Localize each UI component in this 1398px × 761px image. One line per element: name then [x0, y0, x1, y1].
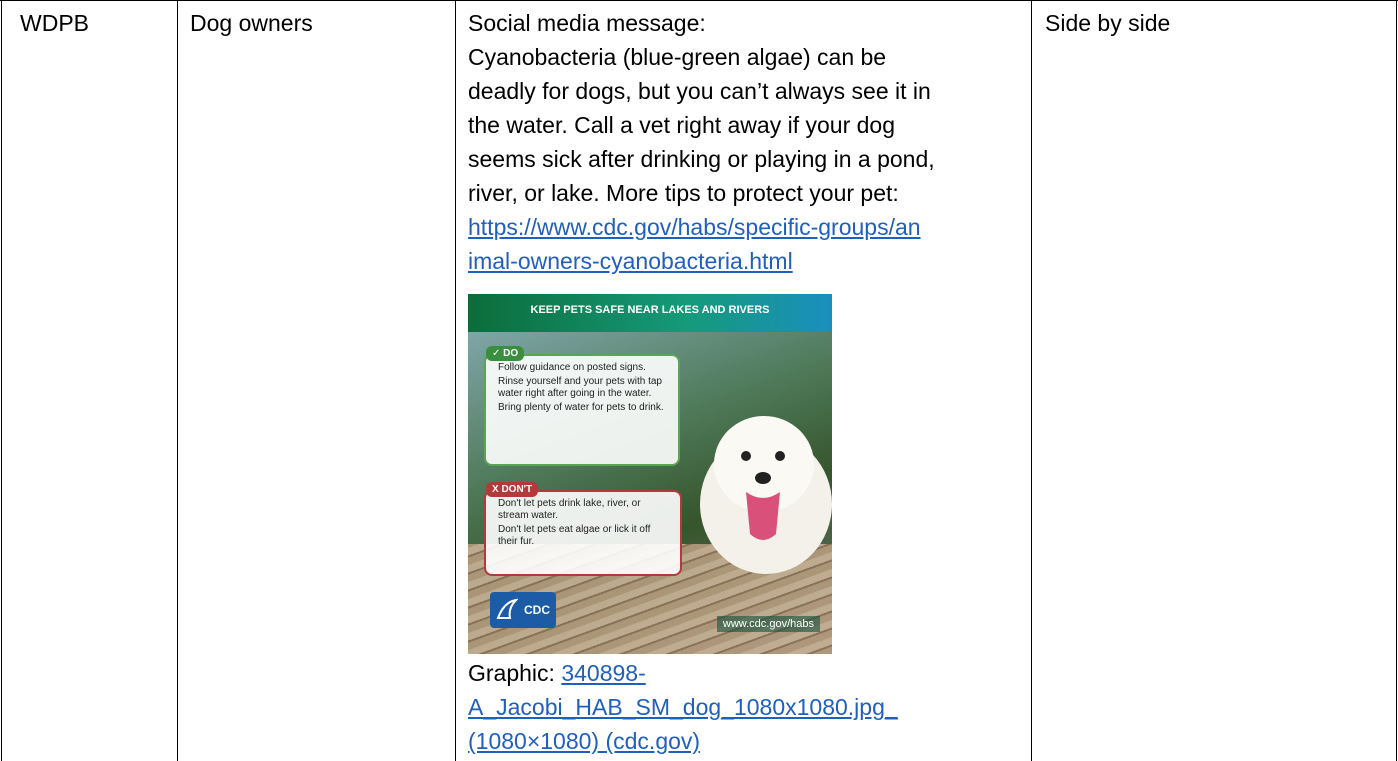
- dont-label: X DON'T: [486, 482, 539, 497]
- graphic-file-link-size[interactable]: (1080×1080) (cdc.gov): [468, 728, 700, 754]
- do-item: Bring plenty of water for pets to drink.: [498, 402, 664, 413]
- cdc-logo: CDC: [490, 592, 556, 628]
- graphic-file-link[interactable]: 340898-: [561, 660, 645, 686]
- message-line: deadly for dogs, but you can’t always se…: [468, 78, 931, 104]
- do-item: Follow guidance on posted signs.: [498, 362, 646, 373]
- message-line: the water. Call a vet right away if your…: [468, 112, 895, 138]
- table-row: WDPB Dog owners Social media message: Cy…: [0, 0, 1398, 761]
- graphic-banner: KEEP PETS SAFE NEAR LAKES AND RIVERS: [468, 294, 832, 332]
- message-line: river, or lake. More tips to protect you…: [468, 180, 899, 206]
- message-line: Social media message:: [468, 10, 706, 36]
- column-divider: [1396, 0, 1397, 761]
- column-divider: [1, 0, 2, 761]
- pet-safety-graphic: KEEP PETS SAFE NEAR LAKES AND RIVERS Fol…: [468, 294, 832, 654]
- message-cell: Social media message: Cyanobacteria (blu…: [468, 6, 935, 278]
- format-cell: Side by side: [1045, 10, 1171, 36]
- cdc-tips-link[interactable]: https://www.cdc.gov/habs/specific-groups…: [468, 214, 921, 240]
- do-list: Follow guidance on posted signs. Rinse y…: [484, 354, 680, 466]
- do-label: ✓ DO: [486, 346, 525, 361]
- message-line: Cyanobacteria (blue-green algae) can be: [468, 44, 887, 70]
- column-divider: [455, 0, 456, 761]
- graphic-caption: Graphic: 340898- A_Jacobi_HAB_SM_dog_108…: [468, 656, 898, 758]
- graphic-url: www.cdc.gov/habs: [716, 616, 820, 632]
- dont-list: Don't let pets drink lake, river, or str…: [484, 490, 682, 576]
- graphic-file-link-continued[interactable]: A_Jacobi_HAB_SM_dog_1080x1080.jpg_: [468, 694, 898, 720]
- message-line: seems sick after drinking or playing in …: [468, 146, 935, 172]
- dont-item: Don't let pets eat algae or lick it off …: [498, 524, 651, 547]
- caption-prefix: Graphic:: [468, 660, 562, 686]
- column-divider: [177, 0, 178, 761]
- hhs-eagle-icon: [496, 598, 518, 619]
- column-divider: [1031, 0, 1032, 761]
- audience-cell: Dog owners: [190, 10, 313, 36]
- row-top-border: [0, 0, 1398, 1]
- cdc-logo-text: CDC: [524, 603, 550, 617]
- cdc-tips-link-continued[interactable]: imal-owners-cyanobacteria.html: [468, 248, 793, 274]
- organization-cell: WDPB: [20, 10, 89, 36]
- dont-item: Don't let pets drink lake, river, or str…: [498, 498, 641, 521]
- dog-illustration: [700, 416, 832, 574]
- do-item: Rinse yourself and your pets with tap wa…: [498, 376, 662, 399]
